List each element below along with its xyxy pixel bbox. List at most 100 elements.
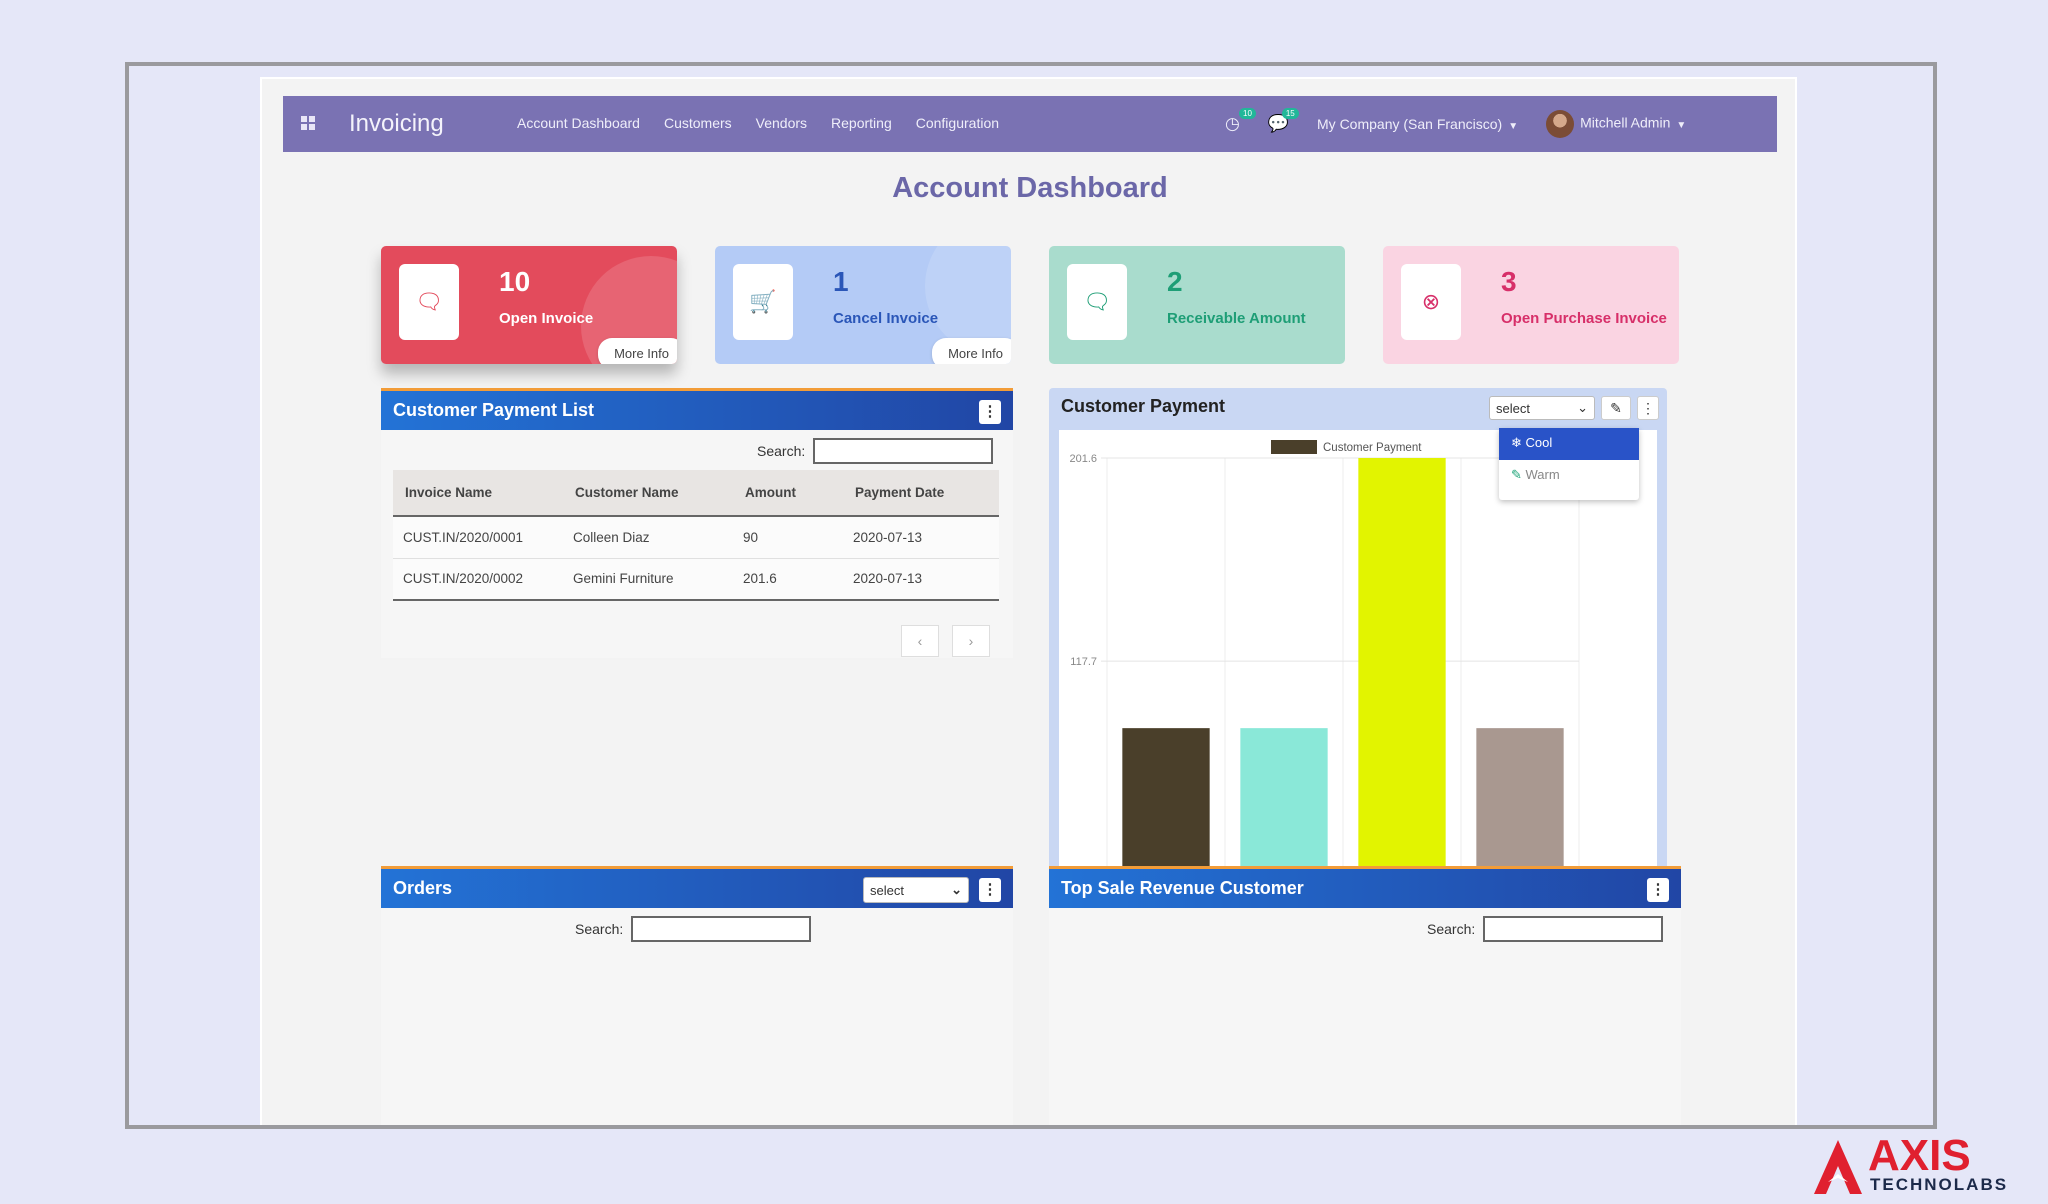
search-input[interactable]: [1483, 916, 1664, 942]
logo-subtitle: TECHNOLABS: [1870, 1175, 2008, 1194]
kebab-menu-icon[interactable]: ⋮: [1637, 396, 1659, 420]
card-open-invoice[interactable]: 🗨 10 Open Invoice More Info: [381, 246, 677, 364]
select-value: select: [870, 882, 904, 898]
table-cell: 201.6: [733, 558, 843, 601]
table-cell: CUST.IN/2020/0001: [393, 516, 563, 559]
card-label: Cancel Invoice: [833, 310, 939, 327]
caret-down-icon: ▼: [1508, 121, 1519, 132]
brush-icon: ✎: [1511, 467, 1526, 482]
user-menu[interactable]: Mitchell Admin ▼: [1546, 110, 1686, 138]
table-cell: 2020-07-13: [843, 558, 999, 601]
dropdown-label: Cool: [1525, 435, 1553, 450]
customer-payment-list-panel: Customer Payment List ⋮ Search: Invoice …: [381, 388, 1013, 658]
menu-configuration[interactable]: Configuration: [916, 115, 999, 131]
panel-header: Orders select ⌄ ⋮: [381, 866, 1013, 908]
caret-down-icon: ▼: [1676, 119, 1687, 131]
search-label: Search:: [1427, 921, 1476, 937]
chevron-down-icon: ⌄: [1577, 400, 1588, 415]
app-brand[interactable]: Invoicing: [349, 110, 444, 138]
more-info-button[interactable]: More Info: [932, 338, 1011, 364]
card-open-purchase-invoice[interactable]: ⊗ 3 Open Purchase Invoice: [1383, 246, 1679, 364]
panel-title: Top Sale Revenue Customer: [1061, 878, 1304, 898]
systray: ◷ 10 💬 15 My Company (San Francisco) ▼ Mi…: [1225, 108, 1686, 138]
activity-button[interactable]: ◷ 10: [1225, 108, 1256, 134]
table-cell: 90: [733, 516, 843, 559]
card-receivable-amount[interactable]: 🗨 2 Receivable Amount: [1049, 246, 1345, 364]
company-name: My Company (San Francisco): [1317, 116, 1503, 132]
table-cell: 2020-07-13: [843, 516, 999, 559]
next-page-button[interactable]: ›: [952, 625, 990, 657]
screenshot-frame: Invoicing Account Dashboard Customers Ve…: [125, 62, 1937, 1129]
panel-title: Orders: [393, 878, 453, 898]
dropdown-item-warm[interactable]: ✎ Warm: [1499, 460, 1639, 492]
app-window: Invoicing Account Dashboard Customers Ve…: [283, 96, 1777, 1125]
search-input[interactable]: [813, 438, 994, 464]
main-menu: Account Dashboard Customers Vendors Repo…: [517, 115, 999, 131]
menu-reporting[interactable]: Reporting: [831, 115, 892, 131]
search-label: Search:: [757, 443, 806, 459]
menu-vendors[interactable]: Vendors: [756, 115, 807, 131]
orders-panel: Orders select ⌄ ⋮ Search:: [381, 866, 1013, 1125]
card-value: 3: [1501, 266, 1517, 297]
edit-pencil-icon[interactable]: ✎: [1601, 396, 1631, 420]
table-cell: Gemini Furniture: [563, 558, 733, 601]
payment-table: Invoice Name Customer Name Amount Paymen…: [393, 470, 999, 601]
table-cell: Colleen Diaz: [563, 516, 733, 559]
y-tick-label: 201.6: [1069, 453, 1097, 465]
panel-header: Customer Payment List ⋮: [381, 388, 1013, 430]
column-header[interactable]: Payment Date: [843, 470, 999, 517]
color-select[interactable]: select ⌄: [1489, 396, 1595, 420]
legend-swatch: [1271, 440, 1317, 454]
card-cancel-invoice[interactable]: 🛒 1 Cancel Invoice More Info: [715, 246, 1011, 364]
apps-grid-icon[interactable]: [301, 116, 315, 130]
column-header[interactable]: Customer Name: [563, 470, 733, 517]
select-value: select: [1496, 400, 1530, 416]
axis-logo: AXIS TECHNOLABS: [1814, 1132, 2008, 1194]
logo-name: AXIS: [1868, 1132, 1971, 1180]
logo-mark-icon: [1814, 1140, 1862, 1194]
dropdown-item-cool[interactable]: ❄ Cool: [1499, 428, 1639, 460]
table-header-row: Invoice Name Customer Name Amount Paymen…: [393, 470, 999, 517]
search-input[interactable]: [631, 916, 812, 942]
dropdown-label: Warm: [1525, 467, 1560, 482]
prev-page-button[interactable]: ‹: [901, 625, 939, 657]
table-cell: CUST.IN/2020/0002: [393, 558, 563, 601]
legend-label: Customer Payment: [1323, 442, 1422, 454]
card-label: Receivable Amount: [1167, 310, 1306, 327]
column-header[interactable]: Amount: [733, 470, 843, 517]
close-circle-icon: ⊗: [1401, 264, 1461, 340]
avatar: [1546, 110, 1575, 138]
panel-title: Customer Payment: [1061, 396, 1226, 416]
orders-select[interactable]: select ⌄: [863, 877, 969, 903]
shopping-cart-icon: 🛒: [733, 264, 793, 340]
panel-header: Top Sale Revenue Customer ⋮: [1049, 866, 1681, 908]
chevron-down-icon: ⌄: [951, 882, 962, 897]
y-tick-label: 117.7: [1070, 656, 1097, 668]
menu-customers[interactable]: Customers: [664, 115, 732, 131]
panel-title: Customer Payment List: [393, 400, 595, 420]
kebab-menu-icon[interactable]: ⋮: [1647, 878, 1669, 902]
activity-badge: 10: [1239, 108, 1256, 119]
kebab-menu-icon[interactable]: ⋮: [979, 878, 1001, 902]
column-header[interactable]: Invoice Name: [393, 470, 563, 517]
page-title: Account Dashboard: [892, 172, 1168, 204]
search-row: Search:: [575, 916, 812, 942]
card-label: Open Invoice: [499, 310, 594, 327]
card-value: 10: [499, 266, 531, 297]
menu-account-dashboard[interactable]: Account Dashboard: [517, 115, 640, 131]
search-row: Search:: [757, 438, 994, 464]
card-value: 1: [833, 266, 849, 297]
top-navbar: Invoicing Account Dashboard Customers Ve…: [283, 96, 1777, 152]
table-row[interactable]: CUST.IN/2020/0002 Gemini Furniture 201.6…: [393, 558, 999, 601]
search-label: Search:: [575, 921, 624, 937]
more-info-button[interactable]: More Info: [598, 338, 677, 364]
clock-icon: ◷: [1225, 114, 1240, 133]
snowflake-icon: ❄: [1511, 435, 1526, 450]
company-switcher[interactable]: My Company (San Francisco) ▼: [1317, 116, 1518, 132]
card-value: 2: [1167, 266, 1183, 297]
table-row[interactable]: CUST.IN/2020/0001 Colleen Diaz 90 2020-0…: [393, 516, 999, 559]
messages-button[interactable]: 💬 15: [1268, 108, 1299, 134]
messages-badge: 15: [1281, 108, 1299, 119]
user-name: Mitchell Admin: [1580, 114, 1671, 131]
kebab-menu-icon[interactable]: ⋮: [979, 400, 1001, 424]
